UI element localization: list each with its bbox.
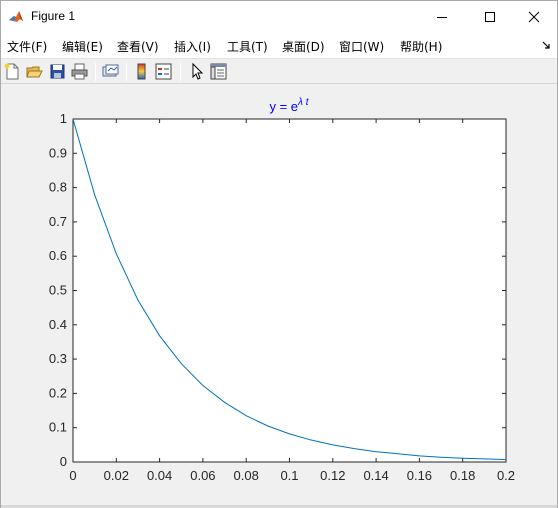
minimize-icon — [437, 16, 447, 18]
chart-title-exponent: λ t — [297, 97, 310, 108]
y-tick-label: 1 — [60, 111, 67, 126]
y-tick-label: 0.6 — [49, 248, 67, 263]
menu-edit[interactable]: 编辑(E) — [62, 38, 103, 55]
window-title: Figure 1 — [31, 9, 76, 23]
menu-file[interactable]: 文件(F) — [7, 38, 47, 55]
y-tick-label: 0.2 — [49, 385, 67, 400]
y-tick-label: 0.8 — [49, 180, 67, 195]
x-tick-label: 0.1 — [280, 468, 298, 483]
link-plot-icon[interactable] — [101, 62, 120, 81]
figure-canvas[interactable]: 0 0.02 0.04 0.06 0.08 0.1 0.12 0.14 0.16 0.18 0.2 0… — [1, 85, 557, 505]
menu-view[interactable]: 查看(V) — [117, 38, 159, 55]
save-icon[interactable] — [48, 62, 67, 81]
x-tick-label: 0.14 — [363, 468, 388, 483]
x-tick-label: 0.18 — [450, 468, 475, 483]
y-tick-label: 0 — [60, 454, 67, 469]
matlab-logo-icon — [8, 9, 24, 25]
colorbar-icon[interactable] — [132, 62, 151, 81]
x-tick-label: 0.04 — [147, 468, 172, 483]
menu-window[interactable]: 窗口(W) — [339, 38, 384, 55]
toolbar-separator — [95, 63, 96, 81]
open-file-icon[interactable] — [25, 62, 44, 81]
legend-icon[interactable] — [154, 62, 173, 81]
toolbar-separator — [180, 63, 181, 81]
figure-window: Figure 1 文件(F) 编辑(E) 查看(V) 插入(I) 工具(T) 桌… — [0, 0, 558, 508]
menu-bar: 文件(F) 编辑(E) 查看(V) 插入(I) 工具(T) 桌面(D) 窗口(W… — [1, 32, 557, 58]
minimize-button[interactable] — [419, 1, 465, 32]
y-tick-label: 0.4 — [49, 317, 67, 332]
close-button[interactable] — [511, 1, 557, 32]
chart-title-base: y = e — [269, 99, 298, 114]
figure-toolbar — [1, 58, 557, 84]
y-tick-label: 0.9 — [49, 145, 67, 160]
chart-title: y = eλ t — [269, 97, 309, 114]
axes-area[interactable] — [72, 118, 507, 463]
y-tick-label: 0.7 — [49, 214, 67, 229]
maximize-icon — [485, 11, 495, 22]
menu-desktop[interactable]: 桌面(D) — [282, 38, 325, 55]
menu-insert[interactable]: 插入(I) — [174, 38, 211, 55]
line-chart[interactable]: 0 0.02 0.04 0.06 0.08 0.1 0.12 0.14 0.16 0.18 0.2 0… — [1, 85, 557, 505]
print-icon[interactable] — [70, 62, 89, 81]
x-tick-label: 0.12 — [320, 468, 345, 483]
property-inspector-icon[interactable] — [209, 62, 228, 81]
menu-tools[interactable]: 工具(T) — [227, 38, 268, 55]
x-tick-label: 0.2 — [497, 468, 515, 483]
x-tick-label: 0.08 — [234, 468, 259, 483]
pointer-icon[interactable] — [187, 62, 206, 81]
y-tick-label: 0.5 — [49, 283, 67, 298]
close-icon — [528, 11, 540, 22]
menu-help[interactable]: 帮助(H) — [400, 38, 442, 55]
x-tick-label: 0.16 — [407, 468, 432, 483]
maximize-button[interactable] — [467, 1, 513, 32]
menubar-dock-arrow-icon[interactable] — [541, 39, 551, 49]
new-figure-icon[interactable] — [3, 62, 22, 81]
x-tick-label: 0 — [69, 468, 76, 483]
y-tick-label: 0.1 — [49, 420, 67, 435]
y-tick-label: 0.3 — [49, 351, 67, 366]
x-tick-label: 0.02 — [104, 468, 129, 483]
x-tick-label: 0.06 — [190, 468, 215, 483]
title-bar: Figure 1 — [1, 1, 557, 32]
toolbar-separator — [126, 63, 127, 81]
